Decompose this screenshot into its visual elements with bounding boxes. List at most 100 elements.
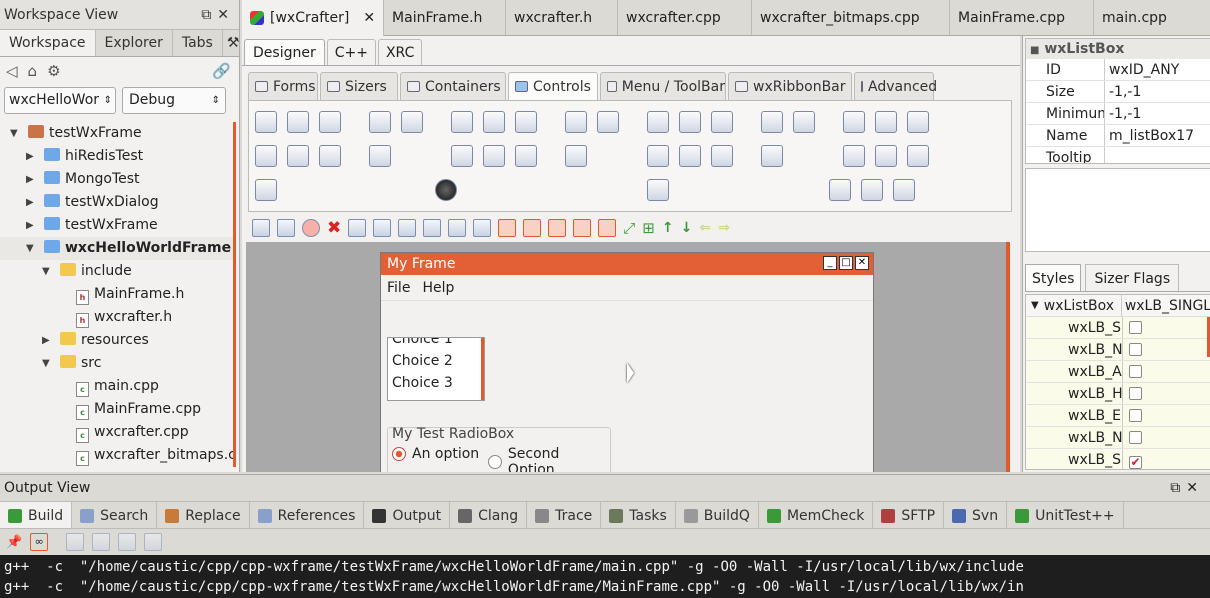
combo-widget-icon[interactable] [597,111,619,133]
output-tab-build[interactable]: Build [0,502,73,528]
checklist-widget-icon[interactable] [647,179,669,201]
property-row[interactable]: ID wxID_ANY [1026,59,1210,81]
canvas-scrollbar[interactable] [1006,242,1010,472]
style-row[interactable]: wxLB_S ✔ [1026,449,1210,469]
static-line-widget-icon[interactable] [483,111,505,133]
border-right-icon[interactable] [548,219,567,237]
colour-widget-icon[interactable] [875,111,897,133]
border-top-icon[interactable] [573,219,592,237]
palette-tab-forms[interactable]: Forms [248,72,318,100]
expand-right-icon[interactable]: ▶ [26,145,38,168]
calendar-widget-icon[interactable] [843,111,865,133]
static-text-widget-icon[interactable] [451,111,473,133]
property-value[interactable]: -1,-1 [1104,81,1210,102]
expand-right-icon[interactable]: ▶ [26,191,38,214]
checkbox-widget-icon[interactable] [369,111,391,133]
tab-tabs[interactable]: Tabs [173,30,223,56]
spin-ctrl-widget-icon[interactable] [761,145,783,167]
expand-right-icon[interactable]: ▶ [42,329,54,352]
palette-tab-sizers[interactable]: Sizers [320,72,398,100]
style-row[interactable]: wxLB_N [1026,427,1210,449]
list-item[interactable]: Choice 3 [388,372,484,394]
help-widget-icon[interactable] [893,179,915,201]
move-down-icon[interactable]: ↓ [681,220,693,236]
pane-controls[interactable]: ⧉✕ [201,0,235,29]
move-up-icon[interactable]: ↑ [662,220,674,236]
font-picker-widget-icon[interactable] [451,145,473,167]
collapse-arrow-icon[interactable]: ▼ [1026,295,1044,316]
hyperlink-widget-icon[interactable] [861,179,883,201]
palette-tab-controls[interactable]: Controls [508,72,598,100]
border-left-icon[interactable] [523,219,542,237]
preview-listbox[interactable]: Choice 1 Choice 2 Choice 3 [387,337,485,401]
tree-item[interactable]: ▼ include [0,260,234,283]
tree-item[interactable]: h wxcrafter.h [0,306,234,329]
collapse-icon[interactable]: ■ [1030,45,1039,56]
spin-button-widget-icon[interactable] [287,145,309,167]
gauge-widget-icon[interactable] [565,145,587,167]
home-icon[interactable]: ⌂ [28,62,38,80]
toggle-button-widget-icon[interactable] [255,145,277,167]
align-left-icon[interactable] [348,219,367,237]
menu-help[interactable]: Help [422,275,454,300]
button-widget-icon[interactable] [255,111,277,133]
list-item[interactable]: Choice 1 [388,338,484,350]
link-icon[interactable]: 🔗 [212,62,231,80]
tree-scrollbar[interactable] [233,122,236,467]
close-icon[interactable]: ✕ [855,256,869,270]
info-bar-widget-icon[interactable] [255,179,277,201]
stop-icon[interactable] [302,219,320,237]
property-row[interactable]: Tooltip [1026,147,1210,163]
pin-icon[interactable]: 📌 [6,535,22,550]
html-widget-icon[interactable] [515,145,537,167]
minimize-icon[interactable]: _ [823,256,837,270]
settings-icon[interactable] [252,219,270,237]
expand-down-icon[interactable]: ▼ [42,352,54,375]
tree-item[interactable]: c wxcrafter_bitmaps.c [0,444,234,467]
tab-sizer-flags[interactable]: Sizer Flags [1085,264,1180,291]
colour-picker-widget-icon[interactable] [483,145,505,167]
align-middle-icon[interactable] [448,219,467,237]
editor-tab-wxcrafter-cpp[interactable]: wxcrafter.cpp [618,0,753,35]
tab-workspace[interactable]: Workspace [0,30,96,56]
date-picker-widget-icon[interactable] [907,145,929,167]
expand-icon[interactable]: ⤢ [623,219,635,237]
property-row[interactable]: Name m_listBox17 [1026,125,1210,147]
border-bottom-icon[interactable] [598,219,617,237]
property-value[interactable]: wxID_ANY [1104,59,1210,80]
tree-item[interactable]: ▼ src [0,352,234,375]
expand-down-icon[interactable]: ▼ [42,260,54,283]
palette-tab-advanced[interactable]: Advanced [854,72,937,100]
bitmap-widget-icon[interactable] [761,111,783,133]
build-console[interactable]: g++ -c "/home/caustic/cpp/cpp-wxframe/te… [0,555,1210,598]
link-editor-icon[interactable]: ◁ [6,62,18,80]
tree-item[interactable]: ▶ hiRedisTest [0,145,234,168]
window-buttons[interactable]: _ □ ✕ [823,256,869,270]
palette-tab-wxribbonbar[interactable]: wxRibbonBar [728,72,852,100]
label-widget-icon[interactable] [319,111,341,133]
editor-tab-main-cpp[interactable]: main.cpp [1094,0,1184,35]
move-left-icon[interactable]: ⇐ [699,220,711,236]
output-tab-buildq[interactable]: BuildQ [676,502,759,528]
output-tab-tasks[interactable]: Tasks [601,502,676,528]
tree-item[interactable]: ▼ wxcHelloWorldFrame [0,237,234,260]
tab-cpp[interactable]: C++ [326,39,376,65]
checkbox[interactable] [1129,321,1142,334]
expand-down-icon[interactable]: ▼ [26,237,38,260]
property-value[interactable] [1104,147,1210,163]
grid-widget-icon[interactable] [679,145,701,167]
style-row[interactable]: wxLB_A [1026,361,1210,383]
align-right-icon[interactable] [398,219,417,237]
output-tab-svn[interactable]: Svn [944,502,1008,528]
style-row[interactable]: wxLB_S [1026,317,1210,339]
style-row[interactable]: wxLB_N [1026,339,1210,361]
clear-icon[interactable] [66,533,85,551]
cmd-link-widget-icon[interactable] [319,145,341,167]
tree-item[interactable]: c wxcrafter.cpp [0,421,234,444]
gear-icon[interactable]: ⚙ [47,62,60,80]
config-select[interactable]: Debug ⇕ [122,87,226,114]
link-icon[interactable]: ∞ [30,533,49,551]
tree-item[interactable]: ▶ testWxFrame [0,214,234,237]
output-tab-sftp[interactable]: SFTP [873,502,945,528]
style-row[interactable]: wxLB_H [1026,383,1210,405]
